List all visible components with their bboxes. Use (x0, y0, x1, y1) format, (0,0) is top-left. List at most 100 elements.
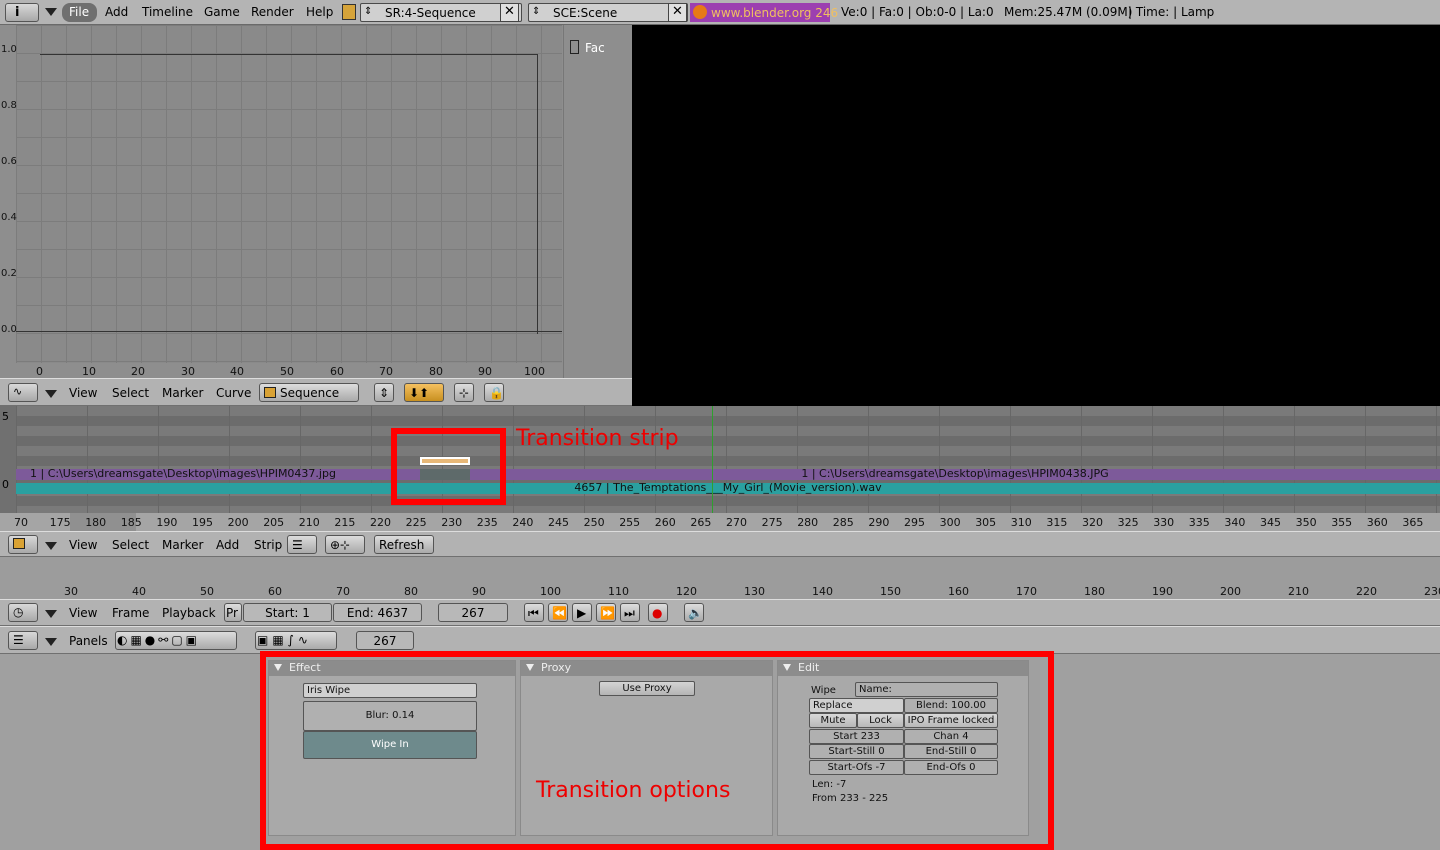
ruler-tick: 300 (939, 516, 961, 529)
ruler-tick: 365 (1402, 516, 1424, 529)
display-mode-select[interactable]: ☰ (287, 535, 317, 554)
zoom-icon[interactable]: ⊹ (454, 383, 474, 402)
scene-select[interactable]: SCE:Scene (528, 3, 688, 22)
menu-marker[interactable]: Marker (162, 386, 203, 400)
ruler-tick: 345 (1260, 516, 1281, 529)
website-badge: www.blender.org 246 (690, 3, 838, 22)
menu-game[interactable]: Game (204, 5, 240, 19)
ipo-type-select[interactable]: Sequence (259, 383, 359, 402)
subcontext-buttons[interactable]: ▣▦∫∿ (255, 631, 337, 650)
ipo-pin-button[interactable]: ⇕ (374, 383, 394, 402)
image-strip-2[interactable]: 1 | C:\Users\dreamsgate\Desktop\images\H… (470, 469, 1440, 480)
collapse-menu-icon[interactable] (45, 610, 57, 618)
menu-marker[interactable]: Marker (162, 538, 203, 552)
prev-keyframe-icon[interactable]: ⏪ (548, 603, 568, 622)
ruler-tick: 185 (120, 516, 142, 529)
menu-select[interactable]: Select (112, 538, 149, 552)
menu-render[interactable]: Render (251, 5, 294, 19)
menu-panels[interactable]: Panels (69, 634, 108, 648)
subcontext-icons: ▣▦∫∿ (257, 633, 312, 647)
ruler-tick: 110 (608, 585, 629, 598)
ruler-tick: 120 (676, 585, 697, 598)
preview-range-button[interactable]: Pr (224, 603, 242, 622)
menu-frame[interactable]: Frame (112, 606, 149, 620)
scene-name: SCE:Scene (553, 6, 618, 20)
end-frame-field[interactable]: End: 4637 (333, 603, 422, 622)
menu-file[interactable]: File (69, 5, 89, 19)
audio-scrub-icon[interactable]: 🔈 (684, 603, 704, 622)
editor-type-button[interactable]: ☰ (8, 631, 38, 650)
ruler-tick: 70 (14, 516, 28, 529)
refresh-button[interactable]: Refresh (374, 535, 434, 554)
current-frame-field[interactable]: 267 (438, 603, 508, 622)
menu-add[interactable]: Add (105, 5, 128, 19)
collapse-menu-icon[interactable] (45, 542, 57, 550)
ruler-tick: 40 (132, 585, 146, 598)
ruler-tick: 100 (540, 585, 561, 598)
menu-add[interactable]: Add (216, 538, 239, 552)
ipo-type-label: Sequence (280, 386, 340, 400)
close-scene-button[interactable]: ✕ (668, 3, 687, 22)
menu-timeline[interactable]: Timeline (142, 5, 193, 19)
editor-type-button[interactable]: i (5, 3, 39, 22)
menu-view[interactable]: View (69, 606, 97, 620)
collapse-menu-icon[interactable] (45, 390, 57, 398)
ruler-tick: 250 (583, 516, 605, 529)
jump-start-icon[interactable]: ⏮ (524, 603, 544, 622)
menu-playback[interactable]: Playback (162, 606, 216, 620)
current-frame-line (712, 406, 713, 513)
x-tick: 10 (82, 365, 96, 378)
menu-curve[interactable]: Curve (216, 386, 251, 400)
ipo-channel-list: Fac (563, 25, 632, 378)
ipo-curve-bounds (40, 54, 538, 334)
menu-strip[interactable]: Strip (254, 538, 282, 552)
ruler-tick: 335 (1188, 516, 1210, 529)
info-header: i File Add Timeline Game Render Help SR:… (0, 0, 1440, 25)
image-strip-1[interactable]: 1 | C:\Users\dreamsgate\Desktop\images\H… (16, 469, 420, 480)
close-screen-button[interactable]: ✕ (500, 3, 519, 22)
ipo-zero-line (16, 331, 562, 332)
ruler-tick: 140 (812, 585, 833, 598)
lock-icon[interactable]: 🔒 (484, 383, 504, 402)
editor-type-button[interactable] (8, 535, 38, 554)
x-tick: 30 (181, 365, 195, 378)
context-buttons[interactable]: ◐▦●⚯▢▣ (115, 631, 237, 650)
editor-type-button[interactable]: ∿ (8, 383, 38, 402)
menu-select[interactable]: Select (112, 386, 149, 400)
play-icon[interactable]: ▶ (572, 603, 592, 622)
ruler-tick: 190 (156, 516, 178, 529)
context-icons: ◐▦●⚯▢▣ (117, 633, 201, 647)
info-icon: i (15, 5, 20, 20)
ruler-tick: 230 (441, 516, 463, 529)
editor-type-button[interactable]: ◷ (8, 603, 38, 622)
ruler-tick: 355 (1331, 516, 1353, 529)
menu-view[interactable]: View (69, 538, 97, 552)
transition-options-highlight (260, 651, 1054, 850)
ruler-tick: 350 (1295, 516, 1317, 529)
ruler-tick: 360 (1366, 516, 1388, 529)
menu-view[interactable]: View (69, 386, 97, 400)
sequencer-view[interactable]: 5 0 1 | C:\Users\dreamsgate\Desktop\imag… (0, 406, 1440, 513)
collapse-menu-icon[interactable] (45, 638, 57, 646)
view-zoom-icon[interactable]: ⊕⊹ (325, 535, 365, 554)
render-preview (632, 25, 1440, 406)
ruler-tick: 260 (654, 516, 676, 529)
audio-strip[interactable]: 4657 | The_Temptations___My_Girl_(Movie_… (16, 483, 1440, 494)
copy-paste-buttons[interactable]: ⬇⬆ (404, 383, 444, 402)
timeline-header: ◷ View Frame Playback Pr Start: 1 End: 4… (0, 599, 1440, 626)
ruler-tick: 220 (370, 516, 391, 529)
menu-help[interactable]: Help (306, 5, 333, 19)
clock-icon: ◷ (13, 605, 24, 619)
fac-channel-checkbox[interactable] (570, 40, 579, 54)
jump-end-icon[interactable]: ⏭ (620, 603, 640, 622)
y-tick: 0.8 (1, 100, 17, 111)
screen-select[interactable]: SR:4-Sequence (360, 3, 522, 22)
x-tick: 0 (36, 365, 43, 378)
record-icon[interactable]: ● (648, 603, 668, 622)
frame-field[interactable]: 267 (356, 631, 414, 650)
y-tick: 0.4 (1, 212, 17, 223)
start-frame-field[interactable]: Start: 1 (243, 603, 332, 622)
next-keyframe-icon[interactable]: ⏩ (596, 603, 616, 622)
ruler-tick: 50 (200, 585, 214, 598)
collapse-menu-icon[interactable] (45, 8, 57, 16)
